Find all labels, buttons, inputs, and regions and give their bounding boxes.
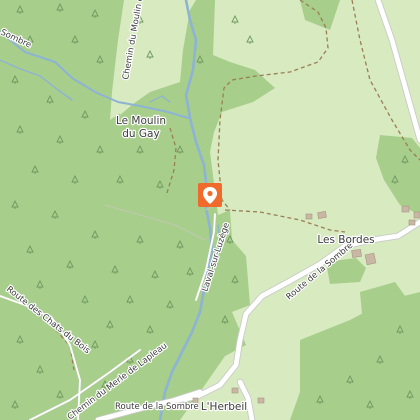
- building: [305, 213, 313, 220]
- map-canvas: Chemin du Moulin du Gay Laval-sur-Luzège…: [0, 0, 420, 420]
- place-label-moulin-line2: du Gay: [122, 128, 159, 140]
- building: [257, 397, 265, 404]
- building: [408, 219, 416, 226]
- road-label-route-sombre-south: Route de la Sombre: [115, 402, 199, 412]
- location-pin-dot: [207, 190, 213, 197]
- location-marker[interactable]: [198, 183, 222, 207]
- building: [351, 248, 362, 258]
- place-label-moulin-line1: Le Moulin: [116, 115, 166, 127]
- place-label-les-bordes: Les Bordes: [317, 234, 374, 246]
- building: [317, 211, 327, 219]
- place-label-herbeil: L'Herbeil: [201, 401, 247, 413]
- building: [413, 211, 420, 219]
- building: [231, 387, 239, 394]
- map-view[interactable]: Chemin du Moulin du Gay Laval-sur-Luzège…: [0, 0, 420, 420]
- building: [364, 252, 377, 266]
- building: [401, 205, 410, 213]
